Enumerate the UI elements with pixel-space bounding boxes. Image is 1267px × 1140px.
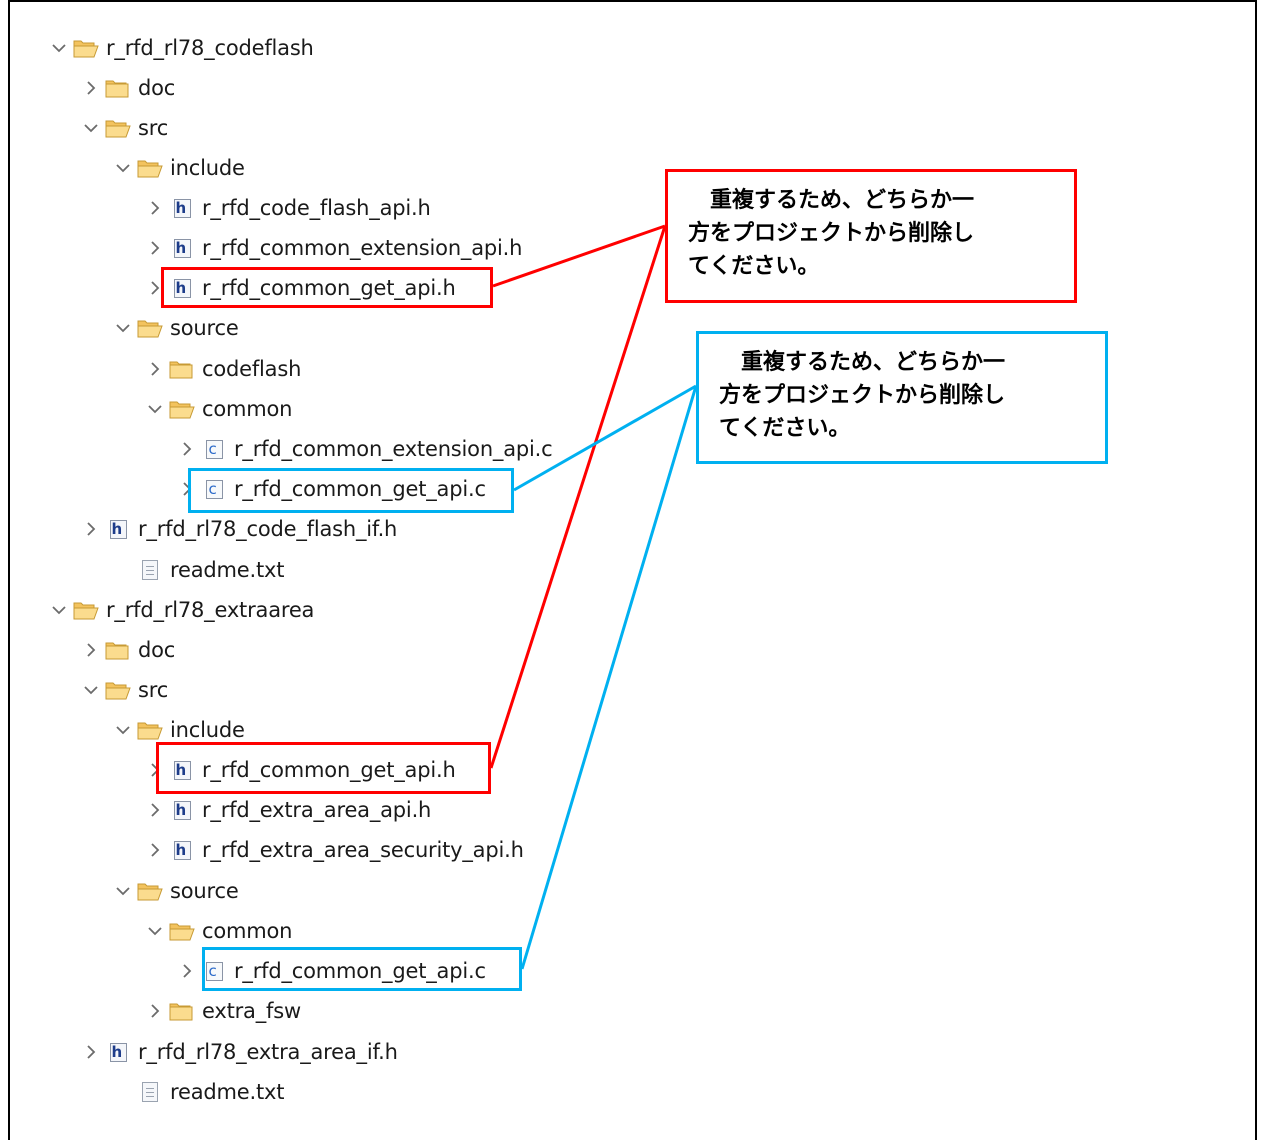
folder-icon [168,397,196,421]
folder-icon [136,316,164,340]
c-file-icon: c [200,437,228,461]
tree-item[interactable]: common [144,916,292,946]
tree-item-label: r_rfd_rl78_code_flash_if.h [138,517,398,541]
tree-item[interactable]: readme.txt [112,1077,284,1107]
h-file-icon: h [104,517,132,541]
tree-item[interactable]: extra_fsw [144,996,301,1026]
folder-icon [136,156,164,180]
tree-item[interactable]: readme.txt [112,555,284,585]
tree-item-label: r_rfd_common_extension_api.h [202,236,523,260]
highlight-codeflash-get-api-c [188,468,514,513]
tree-item-label: r_rfd_common_extension_api.c [234,437,553,461]
chevron-right-icon[interactable] [144,835,166,865]
callout-red-duplicate-note: 重複するため、どちらか一 方をプロジェクトから削除し てください。 [665,169,1077,303]
tree-item-label: include [170,718,245,742]
tree-item[interactable]: h r_rfd_common_extension_api.h [144,233,522,263]
tree-item-label: readme.txt [170,1080,285,1104]
tree-item[interactable]: h r_rfd_code_flash_api.h [144,193,431,223]
chevron-down-icon[interactable] [48,33,70,63]
tree-item[interactable]: source [112,876,239,906]
chevron-down-icon[interactable] [80,113,102,143]
folder-icon [168,999,196,1023]
tree-item[interactable]: h r_rfd_extra_area_security_api.h [144,835,524,865]
tree-item[interactable]: include [112,715,245,745]
text-file-icon [136,1080,164,1104]
chevron-right-icon[interactable] [144,996,166,1026]
chevron-right-icon[interactable] [80,635,102,665]
tree-item-label: r_rfd_code_flash_api.h [202,196,431,220]
chevron-down-icon[interactable] [144,394,166,424]
tree-item-label: doc [138,76,176,100]
tree-item[interactable]: h r_rfd_extra_area_api.h [144,795,431,825]
tree-item[interactable]: include [112,153,245,183]
chevron-down-icon[interactable] [112,715,134,745]
chevron-down-icon[interactable] [112,313,134,343]
tree-item[interactable]: c r_rfd_common_extension_api.c [176,434,553,464]
chevron-right-icon[interactable] [80,73,102,103]
tree-item[interactable]: h r_rfd_rl78_extra_area_if.h [80,1037,398,1067]
h-file-icon: h [168,798,196,822]
highlight-extraarea-get-api-h [156,742,491,794]
folder-icon [136,879,164,903]
tree-item[interactable]: r_rfd_rl78_extraarea [48,595,314,625]
chevron-down-icon[interactable] [112,876,134,906]
chevron-right-icon[interactable] [80,1037,102,1067]
chevron-down-icon[interactable] [144,916,166,946]
text-file-icon [136,558,164,582]
tree-item-label: r_rfd_rl78_extraarea [106,598,315,622]
tree-item-label: common [202,919,293,943]
tree-item[interactable]: doc [80,73,175,103]
h-file-icon: h [168,838,196,862]
chevron-right-icon[interactable] [80,514,102,544]
tree-item-label: source [170,316,239,340]
h-file-icon: h [168,236,196,260]
chevron-right-icon[interactable] [144,193,166,223]
tree-item-label: r_rfd_extra_area_security_api.h [202,838,524,862]
chevron-right-icon[interactable] [144,795,166,825]
folder-icon [168,357,196,381]
chevron-right-icon[interactable] [176,434,198,464]
tree-item-label: src [138,678,169,702]
highlight-extraarea-get-api-c [202,947,522,991]
tree-item-label: source [170,879,239,903]
folder-icon [136,718,164,742]
tree-item-label: codeflash [202,357,302,381]
tree-item-label: include [170,156,245,180]
tree-item-label: common [202,397,293,421]
tree-item[interactable]: src [80,113,168,143]
h-file-icon: h [168,196,196,220]
h-file-icon: h [104,1040,132,1064]
chevron-down-icon[interactable] [80,675,102,705]
tree-item[interactable]: doc [80,635,175,665]
callout-blue-duplicate-note: 重複するため、どちらか一 方をプロジェクトから削除し てください。 [696,331,1108,464]
tree-item-label: r_rfd_rl78_extra_area_if.h [138,1040,398,1064]
folder-icon [104,76,132,100]
tree-item[interactable]: common [144,394,292,424]
tree-item-label: readme.txt [170,558,285,582]
folder-icon [104,638,132,662]
folder-icon [72,598,100,622]
chevron-down-icon[interactable] [112,153,134,183]
folder-icon [168,919,196,943]
tree-item-label: doc [138,638,176,662]
folder-icon [72,36,100,60]
tree-item-label: r_rfd_extra_area_api.h [202,798,432,822]
tree-item-label: r_rfd_rl78_codeflash [106,36,314,60]
folder-icon [104,678,132,702]
tree-item-label: extra_fsw [202,999,301,1023]
tree-item[interactable]: codeflash [144,354,301,384]
tree-item-label: src [138,116,169,140]
chevron-right-icon[interactable] [176,956,198,986]
chevron-right-icon[interactable] [144,233,166,263]
chevron-down-icon[interactable] [48,595,70,625]
tree-item[interactable]: source [112,313,239,343]
tree-item[interactable]: h r_rfd_rl78_code_flash_if.h [80,514,397,544]
tree-item[interactable]: src [80,675,168,705]
folder-icon [104,116,132,140]
highlight-codeflash-get-api-h [161,267,493,308]
chevron-right-icon[interactable] [144,354,166,384]
tree-item[interactable]: r_rfd_rl78_codeflash [48,33,314,63]
